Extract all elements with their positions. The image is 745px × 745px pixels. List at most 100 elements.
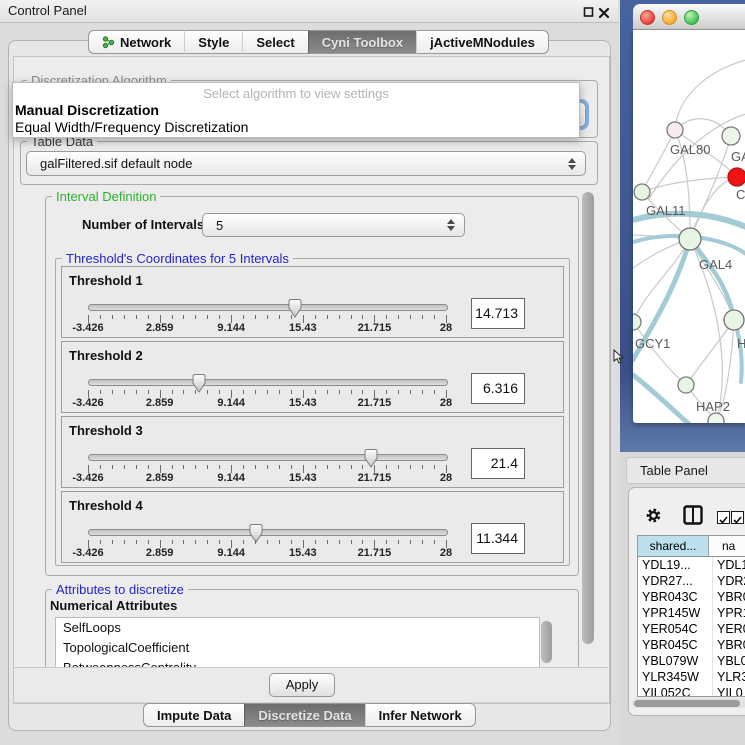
slider-tick-labels: -3.4262.8599.14415.4321.71528 xyxy=(88,397,446,409)
tick-mark xyxy=(207,465,208,469)
node-label: GAL11 xyxy=(646,203,686,218)
tick-mark xyxy=(148,465,149,469)
network-node[interactable] xyxy=(679,228,701,250)
tick-mark xyxy=(195,540,196,544)
tab-jactivemnodules[interactable]: jActiveMNodules xyxy=(416,30,549,54)
tick-label: 28 xyxy=(440,397,452,409)
column-header-name[interactable]: na xyxy=(709,536,745,556)
tick-mark xyxy=(172,465,173,469)
tick-mark xyxy=(172,315,173,319)
network-canvas[interactable]: GAL80GAGAL11CGAL4GCY1HHAP2 xyxy=(633,30,745,423)
threshold-4-slider-track[interactable] xyxy=(88,529,448,536)
node-label: GAL80 xyxy=(670,142,710,157)
close-traffic-light[interactable] xyxy=(640,10,655,25)
tick-mark xyxy=(243,465,244,469)
tab-infer-network[interactable]: Infer Network xyxy=(365,703,476,727)
number-of-intervals-combobox[interactable]: 5 xyxy=(202,213,465,237)
threshold-3-slider-track[interactable] xyxy=(88,454,448,461)
network-node[interactable] xyxy=(724,310,744,330)
tick-mark xyxy=(410,315,411,319)
tick-mark xyxy=(362,465,363,469)
network-window-titlebar[interactable] xyxy=(633,4,745,30)
network-node[interactable] xyxy=(678,377,694,393)
column-header-shared-name[interactable]: shared... xyxy=(638,536,709,556)
zoom-traffic-light[interactable] xyxy=(684,10,699,25)
float-button[interactable] xyxy=(583,5,595,17)
panel-vertical-scrollbar[interactable] xyxy=(582,192,594,644)
minimize-traffic-light[interactable] xyxy=(662,10,677,25)
tick-mark xyxy=(136,465,137,469)
table-row[interactable]: YIL052CYIL0 xyxy=(638,685,745,696)
tab-cyni-toolbox[interactable]: Cyni Toolbox xyxy=(308,30,416,54)
table-row[interactable]: YDL19...YDL1 xyxy=(638,557,745,573)
tab-style[interactable]: Style xyxy=(184,30,242,54)
tick-mark xyxy=(315,465,316,469)
threshold-2-value-field[interactable]: 6.316 xyxy=(471,373,525,404)
network-node[interactable] xyxy=(708,413,724,423)
tick-mark xyxy=(327,315,328,319)
tick-mark xyxy=(148,390,149,394)
table-row[interactable]: YDR27...YDR2 xyxy=(638,573,745,589)
tick-mark xyxy=(362,390,363,394)
gear-icon[interactable] xyxy=(645,507,662,524)
attributes-list-scrollbar[interactable] xyxy=(541,621,552,663)
numerical-attributes-label: Numerical Attributes xyxy=(50,598,177,613)
tick-mark xyxy=(410,540,411,544)
threshold-3-value-field[interactable]: 21.4 xyxy=(471,448,525,479)
network-node[interactable] xyxy=(633,314,641,330)
threshold-1-value-field[interactable]: 14.713 xyxy=(471,298,525,329)
network-icon xyxy=(102,35,115,49)
table-row[interactable]: YBR043CYBR0 xyxy=(638,589,745,605)
tab-network[interactable]: Network xyxy=(88,30,184,54)
threshold-1-slider-track[interactable] xyxy=(88,304,448,311)
tab-discretize-data[interactable]: Discretize Data xyxy=(244,703,364,727)
attributes-group-title: Attributes to discretize xyxy=(52,582,188,597)
tick-label: 28 xyxy=(440,472,452,484)
tick-mark xyxy=(207,315,208,319)
tick-mark xyxy=(410,390,411,394)
tick-mark xyxy=(291,465,292,469)
tick-mark xyxy=(339,315,340,319)
algorithm-option-equal-width[interactable]: Equal Width/Frequency Discretization xyxy=(15,119,248,135)
numerical-attributes-list[interactable]: SelfLoopsTopologicalCoefficientBetweenne… xyxy=(55,617,540,668)
table-row[interactable]: YBR045CYBR0 xyxy=(638,637,745,653)
table-row[interactable]: YER054CYER0 xyxy=(638,621,745,637)
table-panel-card: shared... na YDL19...YDL1YDR27...YDR2YBR… xyxy=(628,487,745,716)
tab-impute-data[interactable]: Impute Data xyxy=(143,703,244,727)
apply-button[interactable]: Apply xyxy=(269,673,335,697)
tick-mark xyxy=(172,540,173,544)
checkbox-icon[interactable] xyxy=(731,511,744,524)
network-node[interactable] xyxy=(728,168,745,186)
tick-mark xyxy=(267,465,268,469)
table-data-combobox[interactable]: galFiltered.sif default node xyxy=(26,151,586,176)
checkbox-icon[interactable] xyxy=(717,511,730,524)
close-button[interactable] xyxy=(598,5,610,17)
tick-label: -3.426 xyxy=(72,322,103,334)
table-horizontal-scrollbar[interactable] xyxy=(632,698,745,708)
table-row[interactable]: YLR345WYLR3 xyxy=(638,669,745,685)
tick-mark xyxy=(279,390,280,394)
tick-mark xyxy=(339,390,340,394)
tick-mark xyxy=(267,315,268,319)
algorithm-option-manual[interactable]: Manual Discretization xyxy=(15,102,159,118)
attribute-item-topologicalcoefficient[interactable]: TopologicalCoefficient xyxy=(56,638,539,658)
threshold-4-value-field[interactable]: 11.344 xyxy=(471,523,525,554)
network-node[interactable] xyxy=(634,184,650,200)
split-table-icon[interactable] xyxy=(683,505,703,525)
table-row[interactable]: YBL079WYBL0 xyxy=(638,653,745,669)
tick-mark xyxy=(207,540,208,544)
network-node[interactable] xyxy=(722,127,740,145)
number-of-intervals-label: Number of Intervals xyxy=(82,217,204,232)
threshold-2-slider-track[interactable] xyxy=(88,379,448,386)
slider-tick-labels: -3.4262.8599.14415.4321.71528 xyxy=(88,547,446,559)
threshold-1-panel: Threshold 1-3.4262.8599.14415.4321.71528… xyxy=(61,266,564,338)
tab-select[interactable]: Select xyxy=(242,30,307,54)
network-node[interactable] xyxy=(667,122,683,138)
table-header-row: shared... na xyxy=(638,536,745,557)
network-window-frame: GAL80GAGAL11CGAL4GCY1HHAP2 xyxy=(620,0,745,452)
tick-label: 21.715 xyxy=(358,322,392,334)
tick-label: 2.859 xyxy=(146,547,174,559)
attribute-item-selfloops[interactable]: SelfLoops xyxy=(56,618,539,638)
threshold-3-label: Threshold 3 xyxy=(69,423,143,438)
table-row[interactable]: YPR145WYPR1 xyxy=(638,605,745,621)
